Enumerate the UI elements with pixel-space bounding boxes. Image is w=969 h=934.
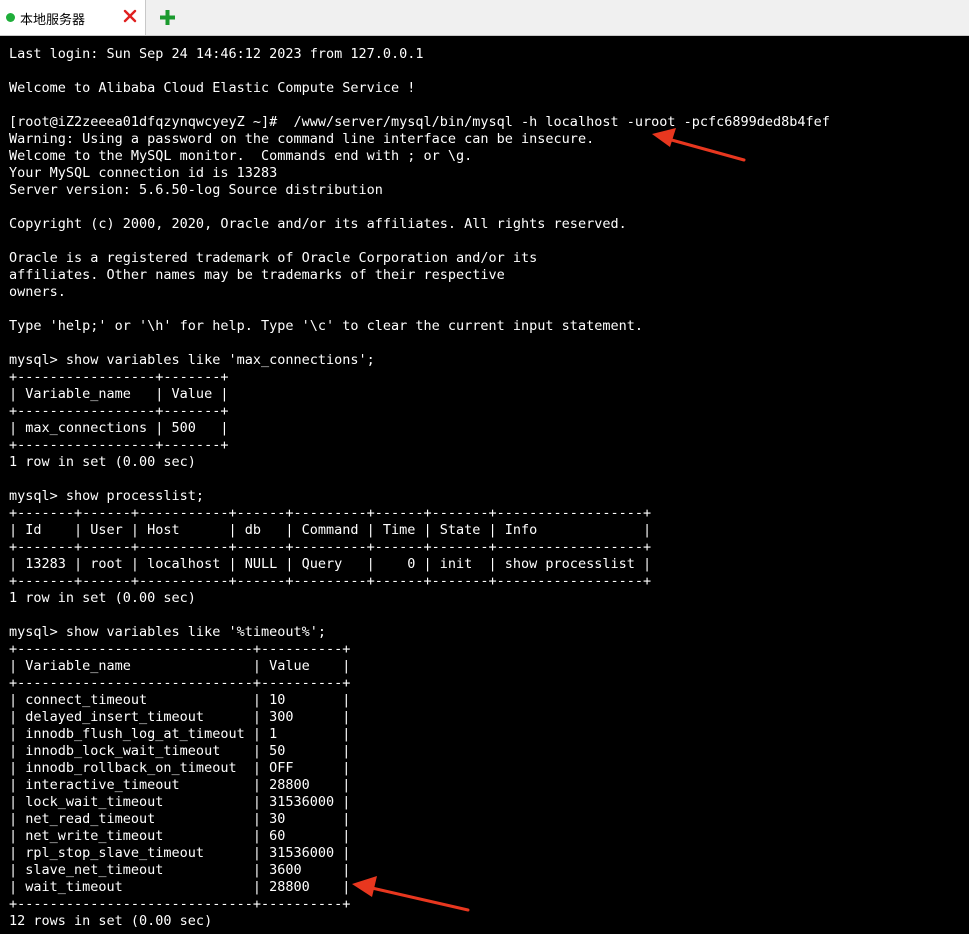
terminal-line: 1 row in set (0.00 sec) — [9, 590, 196, 606]
terminal-line: | net_write_timeout | 60 | — [9, 828, 351, 844]
terminal-line: | slave_net_timeout | 3600 | — [9, 862, 351, 878]
terminal-line: Warning: Using a password on the command… — [9, 131, 595, 147]
terminal-line: Last login: Sun Sep 24 14:46:12 2023 fro… — [9, 46, 424, 62]
terminal-line: owners. — [9, 284, 66, 300]
terminal-line: | max_connections | 500 | — [9, 420, 229, 436]
terminal-line: affiliates. Other names may be trademark… — [9, 267, 505, 283]
terminal-line: +-------+------+-----------+------+-----… — [9, 505, 652, 521]
terminal-line: 12 rows in set (0.00 sec) — [9, 913, 213, 929]
terminal-line: +-----------------+-------+ — [9, 369, 229, 385]
terminal-window: 本地服务器 Last login: Sun Sep 24 14:46:12 20… — [0, 0, 969, 934]
terminal-line: Welcome to the MySQL monitor. Commands e… — [9, 148, 473, 164]
terminal-line: mysql> show variables like 'max_connecti… — [9, 352, 375, 368]
terminal-line: +-------+------+-----------+------+-----… — [9, 539, 652, 555]
terminal-line: +-----------------------------+---------… — [9, 896, 351, 912]
terminal-line: +-----------------+-------+ — [9, 437, 229, 453]
terminal-line: [root@iZ2zeeea01dfqzynqwcyeyZ ~]# /www/s… — [9, 114, 830, 130]
terminal-line: Welcome to Alibaba Cloud Elastic Compute… — [9, 80, 416, 96]
terminal-line: 1 row in set (0.00 sec) — [9, 454, 196, 470]
terminal-line: | Id | User | Host | db | Command | Time… — [9, 522, 652, 538]
terminal-line: | innodb_flush_log_at_timeout | 1 | — [9, 726, 351, 742]
plus-icon[interactable] — [159, 9, 176, 26]
terminal-line: +-----------------+-------+ — [9, 403, 229, 419]
terminal-line: +-----------------------------+---------… — [9, 641, 351, 657]
terminal-line: | lock_wait_timeout | 31536000 | — [9, 794, 351, 810]
terminal-line: | Variable_name | Value | — [9, 658, 351, 674]
terminal-line: | 13283 | root | localhost | NULL | Quer… — [9, 556, 652, 572]
terminal-line: | innodb_lock_wait_timeout | 50 | — [9, 743, 351, 759]
close-icon[interactable] — [122, 8, 138, 24]
terminal-line: | delayed_insert_timeout | 300 | — [9, 709, 351, 725]
terminal-line: | net_read_timeout | 30 | — [9, 811, 351, 827]
terminal-output[interactable]: Last login: Sun Sep 24 14:46:12 2023 fro… — [0, 36, 969, 934]
tab-local-server[interactable]: 本地服务器 — [0, 0, 146, 35]
terminal-line: Oracle is a registered trademark of Orac… — [9, 250, 538, 266]
connection-status-icon — [6, 13, 15, 22]
terminal-line: | interactive_timeout | 28800 | — [9, 777, 351, 793]
terminal-line: +-----------------------------+---------… — [9, 675, 351, 691]
terminal-line: | rpl_stop_slave_timeout | 31536000 | — [9, 845, 351, 861]
terminal-line: Server version: 5.6.50-log Source distri… — [9, 182, 383, 198]
terminal-line: Type 'help;' or '\h' for help. Type '\c'… — [9, 318, 643, 334]
tab-bar: 本地服务器 — [0, 0, 969, 36]
tab-title: 本地服务器 — [20, 13, 86, 28]
terminal-line: Your MySQL connection id is 13283 — [9, 165, 278, 181]
terminal-line: | wait_timeout | 28800 | — [9, 879, 351, 895]
terminal-line: Copyright (c) 2000, 2020, Oracle and/or … — [9, 216, 627, 232]
terminal-line: mysql> show variables like '%timeout%'; — [9, 624, 326, 640]
terminal-line: +-------+------+-----------+------+-----… — [9, 573, 652, 589]
terminal-line: | Variable_name | Value | — [9, 386, 229, 402]
terminal-line: | innodb_rollback_on_timeout | OFF | — [9, 760, 351, 776]
terminal-line: | connect_timeout | 10 | — [9, 692, 351, 708]
terminal-line: mysql> show processlist; — [9, 488, 205, 504]
